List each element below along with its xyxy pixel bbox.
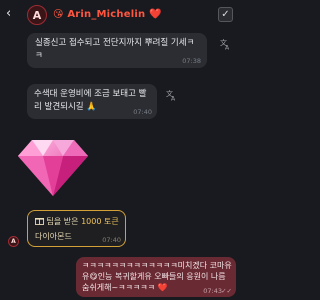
tip-card: 팁을 받은 1000 토큰 다이아몬드 07:40 xyxy=(27,210,126,247)
avatar-letter: A xyxy=(11,238,16,245)
check-icon[interactable]: ✓ xyxy=(218,7,233,22)
gift-icon xyxy=(35,218,44,225)
username: Arin_Michelin xyxy=(67,9,146,20)
tip-time: 07:40 xyxy=(102,236,121,244)
message-time: 07:40 xyxy=(133,108,152,116)
translate-icon[interactable]: 文A xyxy=(220,38,232,52)
tip-label: 팁을 받은 xyxy=(46,217,79,226)
name-prefix-emoji: 😘 xyxy=(53,9,64,20)
diamond-icon xyxy=(18,140,88,196)
avatar[interactable]: A xyxy=(27,5,47,25)
back-arrow-icon[interactable]: ‹ xyxy=(6,7,18,20)
message-text: 실종신고 접수되고 전단지까지 뿌려질 기세ㅋㅋ xyxy=(35,38,195,61)
message-bubble: 수색대 운영비에 조금 보태고 빨리 발견되시길 🙏 07:40 xyxy=(27,84,157,119)
svg-text:A: A xyxy=(225,45,230,51)
message-bubble: 실종신고 접수되고 전단지까지 뿌려질 기세ㅋㅋ 07:38 xyxy=(27,33,207,68)
chat-header: ‹ A 😘 Arin_Michelin ❤️ ✓ xyxy=(0,0,241,30)
tip-amount: 1000 토큰 xyxy=(81,217,119,226)
read-status-icon: ✓✓ xyxy=(221,287,232,295)
translate-icon[interactable]: 文A xyxy=(166,89,178,103)
my-message-bubble: ㅋㅋㅋㅋㅋㅋㅋㅋㅋㅋㅋㅋㅋ미치겠다 코마유유😋인능 복귀할게유 오빠들의 응원이… xyxy=(76,257,236,297)
tip-line: 팁을 받은 1000 토큰 xyxy=(35,216,119,227)
avatar[interactable]: A xyxy=(8,236,19,247)
message-time: 07:38 xyxy=(182,57,201,65)
avatar-letter: A xyxy=(32,8,42,22)
chat-title[interactable]: 😘 Arin_Michelin ❤️ xyxy=(53,9,162,20)
tip-item: 다이아몬드 xyxy=(35,232,72,241)
message-time: 07:43 xyxy=(203,287,222,295)
svg-text:A: A xyxy=(171,96,176,102)
name-suffix-emoji: ❤️ xyxy=(149,9,162,20)
